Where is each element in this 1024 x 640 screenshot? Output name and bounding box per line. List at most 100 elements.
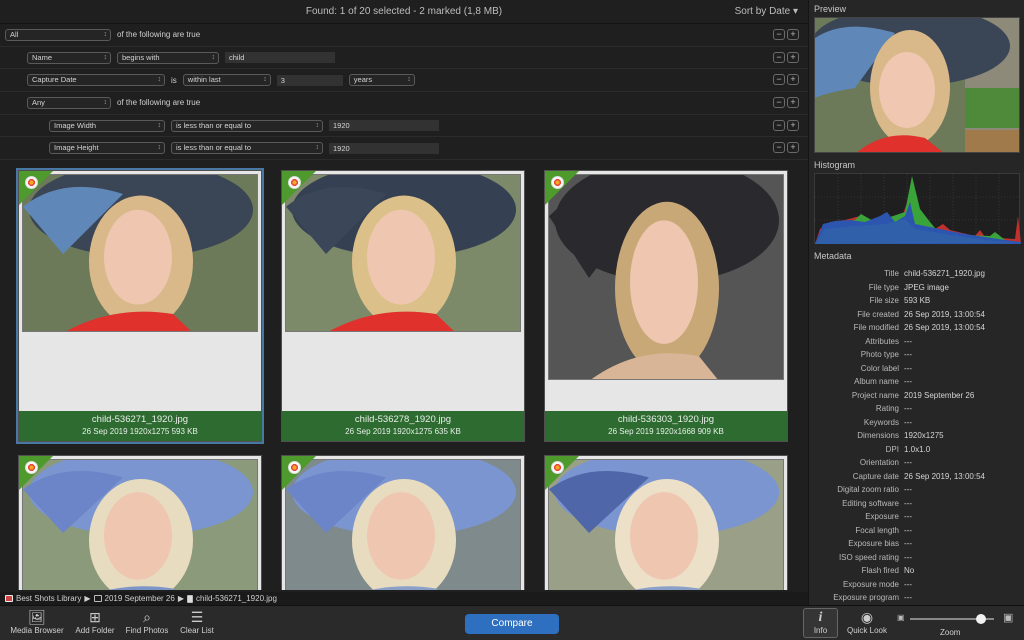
remove-rule-button[interactable]: −	[773, 97, 785, 109]
add-rule-button[interactable]: +	[787, 29, 799, 40]
rule-field-select[interactable]: Image Height	[49, 142, 165, 155]
metadata-value: ---	[904, 593, 912, 603]
metadata-row: Exposure bias ---	[809, 537, 1024, 551]
rule-buttons: − +	[773, 119, 799, 131]
find-photos-button[interactable]: ⌕ Find Photos	[123, 609, 171, 635]
rule-operator-select[interactable]: within last	[182, 74, 271, 87]
add-rule-button[interactable]: +	[787, 97, 799, 109]
inspector-panel: Preview Histogram Metadata Title child-5…	[808, 0, 1024, 605]
rule-buttons: − +	[773, 51, 799, 63]
remove-rule-button[interactable]: −	[773, 119, 785, 131]
info-button[interactable]: i Info	[803, 608, 838, 638]
metadata-row: Keywords ---	[809, 416, 1024, 430]
photo-grid: child-536271_1920.jpg 26 Sep 2019 1920x12…	[0, 160, 808, 590]
metadata-value: No	[904, 566, 915, 576]
photo-caption: child-536271_1920.jpg 26 Sep 2019 1920x12…	[19, 411, 261, 441]
metadata-value: JPEG image	[904, 282, 949, 292]
photos-app-icon	[288, 461, 301, 474]
rule-field-select[interactable]: All	[5, 28, 111, 41]
add-rule-button[interactable]: +	[787, 142, 799, 154]
quick-look-button[interactable]: ◉ Quick Look	[843, 609, 891, 635]
remove-rule-button[interactable]: −	[773, 142, 785, 154]
metadata-row: Attributes ---	[809, 335, 1024, 349]
photo-card[interactable]: child-536303_1920.jpg 26 Sep 2019 1920x16…	[544, 170, 788, 442]
rule-buttons: − +	[773, 97, 799, 109]
rule-value-input[interactable]: 1920	[329, 120, 439, 132]
add-rule-button[interactable]: +	[787, 74, 799, 86]
rule-operator-select[interactable]: is less than or equal to	[171, 142, 323, 155]
metadata-key: Exposure	[865, 512, 899, 522]
eye-icon: ◉	[860, 609, 874, 625]
rule-field-select[interactable]: Image Width	[49, 119, 165, 132]
photos-app-badge	[19, 171, 53, 205]
rule-field-select[interactable]: Any	[27, 96, 111, 109]
metadata-value: 26 Sep 2019, 13:00:54	[904, 323, 985, 333]
rule-value-input[interactable]: 3	[276, 74, 343, 86]
bottom-toolbar: 🖼 Media Browser ⊞ Add Folder ⌕ Find Phot…	[0, 605, 1024, 640]
photos-app-icon	[288, 176, 301, 189]
photos-app-badge	[282, 456, 316, 490]
photo-card[interactable]	[18, 455, 262, 590]
metadata-row: Digital zoom ratio ---	[809, 483, 1024, 497]
zoom-label: Zoom	[940, 628, 961, 637]
app-window: Found: 1 of 20 selected - 2 marked (1,8 …	[0, 0, 1024, 640]
sort-dropdown[interactable]: Sort by Date ▾	[735, 6, 798, 17]
photo-thumbnail	[548, 459, 784, 590]
rule-field-select[interactable]: Capture Date	[27, 74, 165, 87]
media-browser-button[interactable]: 🖼 Media Browser	[8, 609, 66, 635]
remove-rule-button[interactable]: −	[773, 51, 785, 63]
photo-caption: child-536278_1920.jpg 26 Sep 2019 1920x12…	[282, 411, 524, 441]
zoom-slider[interactable]	[910, 614, 994, 624]
photo-card[interactable]	[544, 455, 788, 590]
photo-caption: child-536303_1920.jpg 26 Sep 2019 1920x16…	[545, 411, 787, 441]
rule-operator-select[interactable]: is less than or equal to	[171, 119, 323, 132]
metadata-key: Exposure mode	[842, 579, 899, 589]
metadata-value: ---	[904, 363, 912, 373]
breadcrumb: Best Shots Library ▶ 2019 September 26 ▶…	[0, 592, 808, 605]
metadata-value: 26 Sep 2019, 13:00:54	[904, 309, 985, 319]
photo-card[interactable]	[281, 455, 525, 590]
metadata-row: Focal length ---	[809, 524, 1024, 538]
rule-value-input[interactable]: child	[225, 52, 335, 64]
remove-rule-button[interactable]: −	[773, 29, 785, 40]
compare-button[interactable]: Compare	[465, 614, 559, 634]
photo-thumbnail	[22, 174, 258, 332]
breadcrumb-separator: ▶	[84, 594, 91, 603]
metadata-key: Dimensions	[857, 431, 899, 441]
breadcrumb-file[interactable]: child-536271_1920.jpg	[196, 594, 277, 603]
metadata-key: File type	[868, 282, 899, 292]
add-folder-button[interactable]: ⊞ Add Folder	[72, 609, 118, 635]
add-rule-button[interactable]: +	[787, 51, 799, 63]
breadcrumb-library[interactable]: Best Shots Library	[16, 594, 81, 603]
metadata-value: 26 Sep 2019, 13:00:54	[904, 471, 985, 481]
metadata-row: Photo type ---	[809, 348, 1024, 362]
metadata-key: ISO speed rating	[838, 552, 899, 562]
metadata-row: File size 593 KB	[809, 294, 1024, 308]
search-rule: Capture Date is within last 3 years −+	[0, 69, 808, 93]
rule-field-select[interactable]: Name	[27, 51, 111, 64]
photos-app-icon	[551, 176, 564, 189]
metadata-value: ---	[904, 539, 912, 549]
rule-operator-select[interactable]: begins with	[117, 51, 219, 64]
remove-rule-button[interactable]: −	[773, 74, 785, 86]
photos-app-icon	[25, 461, 38, 474]
photo-thumbnail	[22, 459, 258, 590]
metadata-value: child-536271_1920.jpg	[904, 269, 985, 279]
photo-card[interactable]: child-536271_1920.jpg 26 Sep 2019 1920x12…	[16, 168, 264, 444]
rule-value-input[interactable]: 1920	[329, 142, 439, 154]
metadata-value: 1920x1275	[904, 431, 944, 441]
photo-meta: 26 Sep 2019 1920x1668 909 KB	[608, 427, 724, 436]
add-rule-button[interactable]: +	[787, 119, 799, 131]
photo-card[interactable]: child-536278_1920.jpg 26 Sep 2019 1920x12…	[281, 170, 525, 442]
breadcrumb-folder[interactable]: 2019 September 26	[105, 594, 175, 603]
rule-unit-select[interactable]: years	[348, 74, 415, 87]
metadata-row: Exposure ---	[809, 510, 1024, 524]
metadata-row: Exposure program ---	[809, 591, 1024, 605]
histogram-title: Histogram	[814, 160, 856, 170]
add-folder-icon: ⊞	[89, 609, 101, 625]
photos-app-badge	[545, 171, 579, 205]
file-icon	[186, 594, 193, 603]
zoom-slider-knob[interactable]	[976, 614, 987, 624]
metadata-key: Capture date	[852, 471, 899, 481]
clear-list-button[interactable]: ☰ Clear List	[177, 609, 217, 635]
